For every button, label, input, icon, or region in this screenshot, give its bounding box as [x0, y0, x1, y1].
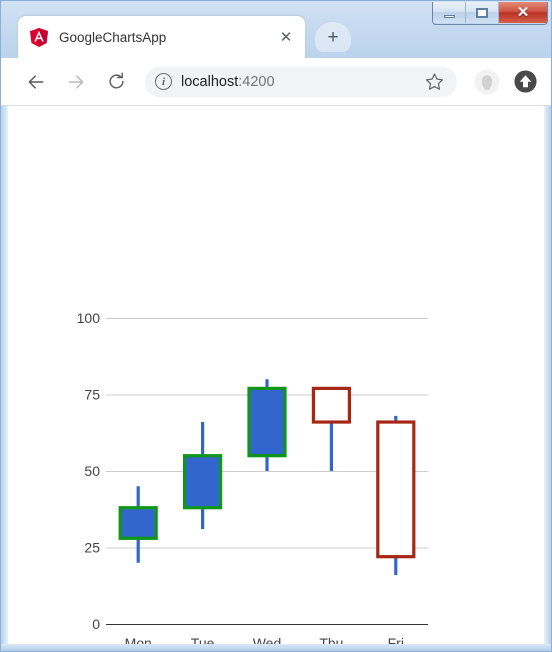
y-axis-tick-label: 0 [92, 616, 100, 632]
browser-toolbar: i localhost:4200 [1, 58, 551, 106]
update-arrow-icon [513, 70, 537, 93]
chrome-menu-button[interactable] [511, 68, 539, 96]
avatar-icon [474, 69, 500, 94]
window-edge-bottom [0, 644, 552, 652]
candle-body[interactable] [118, 506, 158, 540]
arrow-right-icon [68, 74, 84, 89]
tab-close-icon[interactable]: ✕ [277, 28, 295, 46]
maximize-icon [476, 7, 488, 18]
candlestick-chart[interactable]: 0 25 50 75 100 Mon Tue Wed Thu Fri [8, 106, 544, 644]
title-bar[interactable]: ✕ GoogleChartsApp ✕ + [0, 0, 552, 58]
address-bar[interactable]: i localhost:4200 [145, 66, 457, 97]
page-viewport: 0 25 50 75 100 Mon Tue Wed Thu Fri [8, 106, 544, 644]
window-controls: ✕ [432, 2, 548, 25]
candle-body[interactable] [311, 386, 351, 424]
minimize-button[interactable] [433, 2, 466, 23]
back-button[interactable] [19, 65, 53, 99]
maximize-button[interactable] [466, 2, 499, 23]
x-axis-tick-label: Wed [253, 635, 282, 644]
browser-window: ✕ GoogleChartsApp ✕ + i localhost:4200 0… [0, 0, 552, 652]
candlestick-chart-svg: 0 25 50 75 100 Mon Tue Wed Thu Fri [8, 106, 544, 644]
close-window-button[interactable]: ✕ [499, 2, 547, 23]
candle-body[interactable] [183, 454, 223, 510]
candle-body[interactable] [376, 420, 416, 559]
x-axis-tick-label: Thu [319, 635, 343, 644]
y-axis-tick-label: 50 [84, 463, 100, 479]
x-axis-tick-label: Fri [388, 635, 404, 644]
minimize-icon [443, 14, 455, 18]
chart-background [8, 106, 544, 644]
close-icon: ✕ [516, 4, 530, 21]
x-axis-tick-label: Tue [191, 635, 215, 644]
tab-title: GoogleChartsApp [59, 29, 167, 45]
url-host: localhost [181, 73, 239, 90]
x-axis-tick-label: Mon [125, 635, 152, 644]
reload-icon [108, 72, 124, 89]
new-tab-button[interactable]: + [315, 22, 351, 52]
y-axis-tick-label: 25 [84, 540, 100, 556]
y-axis-tick-label: 100 [77, 310, 101, 326]
angular-logo-icon [30, 27, 48, 47]
bookmark-button[interactable] [419, 67, 449, 97]
browser-tab[interactable]: GoogleChartsApp ✕ [18, 16, 305, 58]
profile-button[interactable] [473, 68, 501, 96]
reload-button[interactable] [99, 65, 133, 99]
url-text: localhost:4200 [181, 74, 419, 90]
star-icon [425, 73, 443, 90]
forward-button[interactable] [59, 65, 93, 99]
window-edge-left [0, 106, 8, 644]
candle-body[interactable] [247, 386, 287, 458]
info-circle-icon[interactable]: i [155, 73, 172, 90]
arrow-left-icon [28, 74, 44, 89]
y-axis-tick-label: 75 [84, 387, 100, 403]
url-port: :4200 [238, 73, 275, 90]
window-edge-right [544, 106, 552, 644]
